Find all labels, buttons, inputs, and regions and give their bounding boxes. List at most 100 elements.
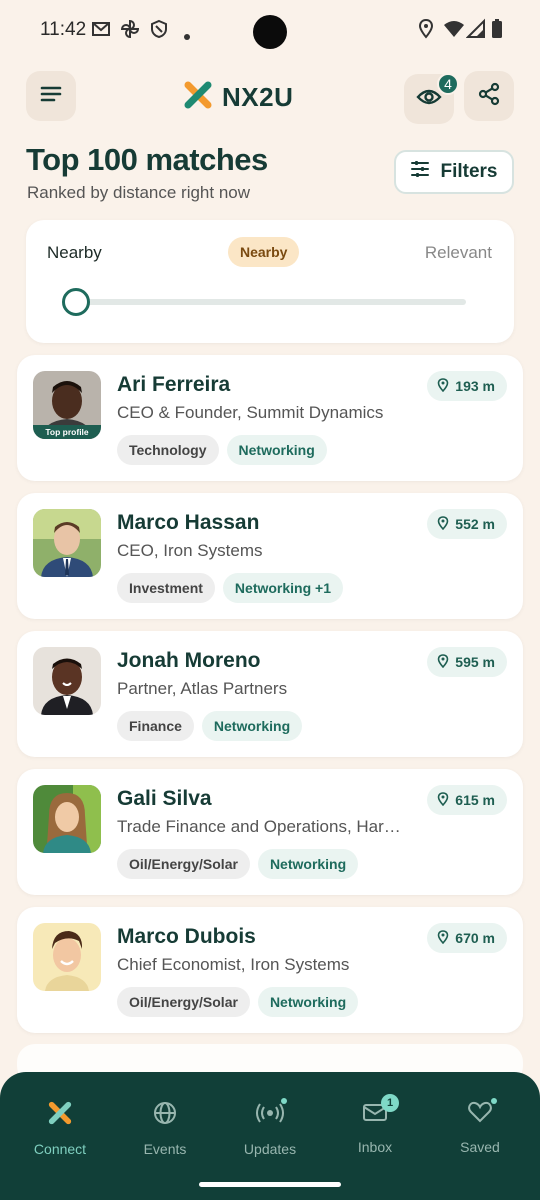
match-card[interactable]: Marco Hassan CEO, Iron Systems 552 m Inv…: [17, 493, 523, 619]
distance-badge: 615 m: [427, 785, 507, 815]
match-role: Trade Finance and Operations, Har…: [117, 817, 401, 836]
location-pin-icon: [437, 377, 449, 395]
inbox-badge: 1: [381, 1094, 399, 1112]
location-pin-icon: [437, 929, 449, 947]
nx2u-logo-icon: [184, 81, 212, 114]
saved-dot-icon: [491, 1098, 497, 1104]
slider-left-label: Nearby: [47, 243, 102, 262]
match-name: Gali Silva: [117, 787, 212, 810]
share-icon: [477, 82, 501, 111]
ranking-slider-card: Nearby Nearby Relevant: [26, 220, 514, 343]
location-pin-icon: [437, 515, 449, 533]
share-button[interactable]: [464, 71, 514, 121]
filters-label: Filters: [440, 161, 498, 182]
match-role: CEO & Founder, Summit Dynamics: [117, 403, 384, 422]
avatar: [33, 785, 101, 853]
nav-connect[interactable]: Connect: [15, 1100, 105, 1157]
industry-tag: Oil/Energy/Solar: [117, 987, 250, 1017]
match-role: CEO, Iron Systems: [117, 541, 263, 560]
signal-icon: [465, 18, 486, 45]
nav-label: Updates: [243, 1141, 297, 1157]
battery-icon: [491, 18, 503, 45]
connect-icon: [47, 1100, 73, 1131]
bottom-navigation: Connect Events Updates 1 Inbox Saved: [0, 1072, 540, 1200]
tag-list: Finance Networking: [117, 711, 303, 741]
slider-thumb[interactable]: [62, 288, 90, 316]
match-role: Chief Economist, Iron Systems: [117, 955, 350, 974]
match-name: Ari Ferreira: [117, 373, 231, 396]
nav-updates[interactable]: Updates: [225, 1098, 315, 1157]
match-name: Marco Dubois: [117, 925, 256, 948]
updates-dot-icon: [281, 1098, 287, 1104]
distance-badge: 552 m: [427, 509, 507, 539]
industry-tag: Oil/Energy/Solar: [117, 849, 250, 879]
top-profile-badge: Top profile: [33, 425, 101, 439]
views-count-badge: 4: [437, 73, 459, 95]
location-pin-icon: [437, 791, 449, 809]
goal-tag: Networking +1: [222, 573, 344, 603]
match-card[interactable]: Gali Silva Trade Finance and Operations,…: [17, 769, 523, 895]
app-logo: NX2U: [184, 81, 293, 114]
distance-badge: 595 m: [427, 647, 507, 677]
app-name: NX2U: [222, 82, 294, 112]
industry-tag: Technology: [117, 435, 219, 465]
distance-value: 595 m: [455, 654, 495, 670]
industry-tag: Finance: [117, 711, 194, 741]
slider-current-chip: Nearby: [228, 237, 300, 267]
avatar: [33, 509, 101, 577]
goal-tag: Networking: [226, 435, 327, 465]
menu-button[interactable]: [26, 71, 76, 121]
match-role: Partner, Atlas Partners: [117, 679, 288, 698]
menu-icon: [39, 84, 63, 109]
distance-badge: 670 m: [427, 923, 507, 953]
match-card[interactable]: Jonah Moreno Partner, Atlas Partners 595…: [17, 631, 523, 757]
avatar: [33, 923, 101, 991]
notification-dot-icon: [184, 27, 190, 45]
nav-events[interactable]: Events: [120, 1100, 210, 1157]
page-subtitle: Ranked by distance right now: [27, 183, 251, 202]
location-pin-icon: [437, 653, 449, 671]
nav-label: Inbox: [357, 1139, 393, 1155]
pinwheel-icon: [119, 18, 141, 45]
avatar: Top profile: [33, 371, 101, 439]
match-card[interactable]: Top profile Ari Ferreira CEO & Founder, …: [17, 355, 523, 481]
shield-icon: [148, 18, 170, 45]
globe-icon: [152, 1100, 178, 1131]
distance-value: 615 m: [455, 792, 495, 808]
status-bar: 11:42: [0, 0, 540, 62]
distance-value: 670 m: [455, 930, 495, 946]
wifi-icon: [442, 18, 466, 45]
tag-list: Technology Networking: [117, 435, 327, 465]
distance-value: 552 m: [455, 516, 495, 532]
broadcast-icon: [255, 1100, 285, 1131]
filters-button[interactable]: Filters: [394, 150, 514, 194]
slider-right-label: Relevant: [424, 243, 492, 262]
nav-inbox[interactable]: 1 Inbox: [330, 1094, 420, 1155]
industry-tag: Investment: [117, 573, 215, 603]
match-name: Jonah Moreno: [117, 649, 261, 672]
tag-list: Oil/Energy/Solar Networking: [117, 849, 359, 879]
slider-track[interactable]: [74, 299, 466, 305]
location-icon: [416, 18, 436, 45]
camera-cutout: [253, 15, 287, 49]
nav-saved[interactable]: Saved: [435, 1098, 525, 1155]
heart-icon: [467, 1100, 493, 1129]
page-title: Top 100 matches: [26, 142, 268, 177]
status-time: 11:42: [40, 19, 87, 40]
match-card[interactable]: Marco Dubois Chief Economist, Iron Syste…: [17, 907, 523, 1033]
gmail-icon: [90, 18, 112, 45]
avatar: [33, 647, 101, 715]
tag-list: Oil/Energy/Solar Networking: [117, 987, 359, 1017]
home-indicator[interactable]: [199, 1182, 341, 1187]
goal-tag: Networking: [257, 849, 359, 879]
goal-tag: Networking: [257, 987, 359, 1017]
nav-label: Connect: [33, 1141, 87, 1157]
sliders-icon: [410, 160, 430, 184]
nav-label: Events: [143, 1141, 187, 1157]
goal-tag: Networking: [201, 711, 303, 741]
tag-list: Investment Networking +1: [117, 573, 344, 603]
nav-label: Saved: [460, 1139, 500, 1155]
match-name: Marco Hassan: [117, 511, 260, 534]
distance-value: 193 m: [455, 378, 495, 394]
distance-badge: 193 m: [427, 371, 507, 401]
